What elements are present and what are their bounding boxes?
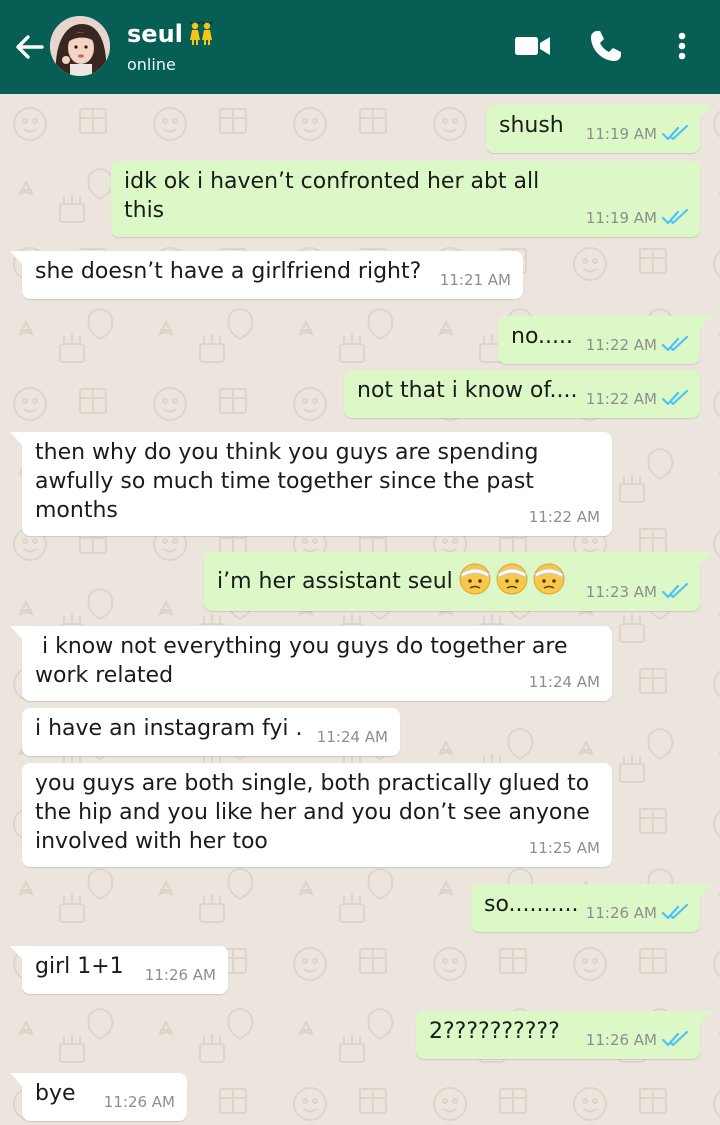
message-text: idk ok i haven’t confronted her abt all [124,169,540,194]
dancers-emoji-icon [188,21,213,45]
message-time: 11:19 AM [585,125,657,143]
message-text: bye [35,1081,76,1106]
message-bubble-incoming[interactable]: she doesn’t have a girlfriend right? 11:… [10,251,523,299]
double-check-icon [662,390,688,406]
message-meta: 11:23 AM [586,578,688,607]
message-bubble-incoming[interactable]: girl 1+1 11:26 AM [10,946,228,994]
message-meta: 11:26 AM [586,899,688,928]
message-text: so.......... [484,892,579,917]
double-check-icon [662,209,688,225]
message-bubble-outgoing[interactable]: shush 11:19 AM [486,105,712,153]
message-meta: 11:22 AM [586,385,688,414]
message-time: 11:19 AM [585,209,657,227]
message-time: 11:23 AM [585,583,657,601]
message-meta: 11:19 AM [586,204,688,233]
message-text: then why do you think you guys are spend… [35,440,539,465]
message-text: awfully so much time together since the … [35,469,534,494]
message-bubble-outgoing[interactable]: idk ok i haven’t confronted her abt all … [111,161,700,237]
face-with-head-bandage-icon [496,563,528,595]
message-text: she doesn’t have a girlfriend right? [35,259,422,284]
message-bubble-incoming[interactable]: then why do you think you guys are spend… [10,432,612,536]
phone-icon[interactable] [586,26,626,66]
message-time: 11:24 AM [528,673,600,691]
message-text: work related [35,663,174,688]
message-time: 11:26 AM [585,904,657,922]
double-check-icon [662,583,688,599]
message-bubble-incoming[interactable]: you guys are both single, both practical… [22,763,612,867]
message-text: 2?????????? [429,1019,560,1044]
video-call-icon[interactable] [513,26,553,66]
message-text: i know not everything you guys do togeth… [35,634,568,659]
message-time: 11:22 AM [528,508,600,526]
message-time: 11:24 AM [316,728,388,746]
message-text: shush [499,113,564,138]
message-bubble-outgoing[interactable]: so.......... 11:26 AM [471,884,712,932]
message-bubble-outgoing[interactable]: not that i know of.... 11:22 AM [344,370,700,418]
double-check-icon [662,1031,688,1047]
chat-header: seul online [0,0,720,94]
message-text: i have an instagram fyi . [35,716,303,741]
message-time: 11:22 AM [585,390,657,408]
face-with-head-bandage-icon [533,563,565,595]
message-time: 11:26 AM [103,1093,175,1111]
message-text: this [124,198,165,223]
message-time: 11:25 AM [528,839,600,857]
message-time: 11:26 AM [144,966,216,984]
message-meta: 11:22 AM [586,331,688,360]
message-text: you guys are both single, both practical… [35,771,590,796]
back-arrow-icon[interactable] [12,30,46,64]
chat-area[interactable]: shush 11:19 AM idk ok i haven’t confront… [0,94,720,1125]
message-time: 11:21 AM [439,271,511,289]
message-text: no..... [511,324,573,349]
message-bubble-outgoing[interactable]: no..... 11:22 AM [498,316,712,364]
message-meta: 11:26 AM [586,1026,688,1055]
message-text: involved with her too [35,829,268,854]
message-time: 11:22 AM [585,336,657,354]
message-bubble-incoming[interactable]: i know not everything you guys do togeth… [10,626,612,701]
message-bubble-incoming[interactable]: i have an instagram fyi . 11:24 AM [22,708,400,756]
double-check-icon [662,125,688,141]
more-vert-icon[interactable] [662,26,702,66]
contact-name[interactable]: seul [127,20,215,48]
message-bubble-incoming[interactable]: bye 11:26 AM [10,1073,187,1121]
message-text: the hip and you like her and you don’t s… [35,800,590,825]
message-text: not that i know of.... [357,378,578,403]
double-check-icon [662,904,688,920]
double-check-icon [662,336,688,352]
message-bubble-outgoing[interactable]: 2?????????? 11:26 AM [416,1011,712,1059]
avatar[interactable] [50,16,110,76]
face-with-head-bandage-icon [459,563,491,595]
contact-status: online [127,55,176,74]
message-text: girl 1+1 [35,954,124,979]
message-time: 11:26 AM [585,1031,657,1049]
message-text: i’m her assistant seul [217,562,566,596]
message-bubble-outgoing[interactable]: i’m her assistant seul 11:23 AM [204,552,712,611]
message-text: months [35,498,118,523]
message-meta: 11:19 AM [586,120,688,149]
